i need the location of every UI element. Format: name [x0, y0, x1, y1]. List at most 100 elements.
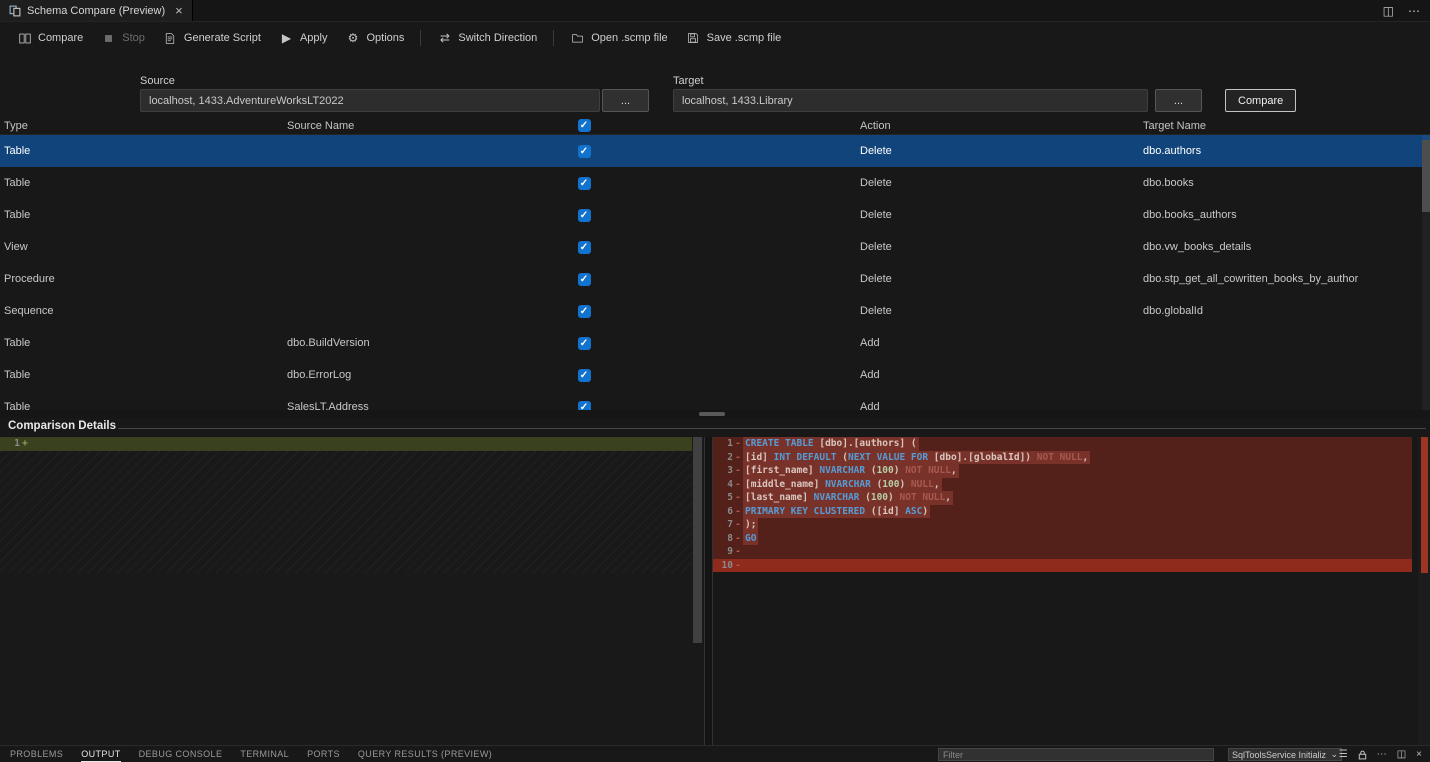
row-include-checkbox[interactable]: ✓: [578, 369, 591, 382]
grid-header: Type Source Name ✓ Action Target Name: [0, 117, 1430, 135]
diff-editor: 1+ 1-CREATE TABLE [dbo].[authors] (2-[id…: [0, 437, 1430, 745]
row-type: Table: [4, 327, 274, 359]
app: { "icons": { "check": "✓", "gear": "⚙", …: [0, 0, 1430, 762]
schema-compare-toolbar: Compare Stop Generate Script ▶ Apply ⚙ O…: [0, 23, 1430, 53]
row-type: Table: [4, 167, 274, 199]
column-header-action[interactable]: Action: [860, 117, 1130, 134]
source-connection-input[interactable]: [140, 89, 600, 112]
right-code-line: 1-CREATE TABLE [dbo].[authors] (: [713, 437, 1412, 451]
row-action: Delete: [860, 199, 1130, 231]
panel-more-actions-icon[interactable]: ⋯: [1377, 749, 1387, 760]
compare-toolbar-button[interactable]: Compare: [8, 27, 92, 50]
row-include-checkbox[interactable]: ✓: [578, 273, 591, 286]
tab-close-icon[interactable]: ×: [175, 3, 183, 18]
titlebar: Schema Compare (Preview) × ◫ ⋯: [0, 0, 1430, 22]
source-label: Source: [140, 75, 175, 87]
right-code-line: 7-);: [713, 518, 1412, 532]
row-target-name: [1143, 327, 1426, 359]
table-row[interactable]: TableSalesLT.Address✓Add: [0, 391, 1430, 410]
generate-script-button[interactable]: Generate Script: [154, 27, 270, 50]
row-source-name: [287, 295, 567, 327]
table-row[interactable]: Procedure✓Deletedbo.stp_get_all_cowritte…: [0, 263, 1430, 295]
row-include-checkbox[interactable]: ✓: [578, 145, 591, 158]
editor-tab-schema-compare[interactable]: Schema Compare (Preview) ×: [0, 0, 193, 21]
row-source-name: [287, 199, 567, 231]
row-include-checkbox[interactable]: ✓: [578, 209, 591, 222]
row-action: Delete: [860, 167, 1130, 199]
grid-scrollbar-handle[interactable]: [1422, 140, 1430, 212]
split-panel-icon[interactable]: ◫: [1397, 749, 1406, 760]
layout-icon[interactable]: ◫: [1383, 4, 1394, 18]
row-source-name: [287, 135, 567, 167]
save-scmp-label: Save .scmp file: [707, 32, 782, 44]
source-pane-scrollbar[interactable]: [693, 437, 702, 643]
panel-tab[interactable]: OUTPUT: [81, 746, 120, 762]
column-header-target-name[interactable]: Target Name: [1143, 117, 1426, 134]
right-code-line: 6-PRIMARY KEY CLUSTERED ([id] ASC): [713, 505, 1412, 519]
right-code-line: 9-: [713, 545, 1412, 559]
row-type: Sequence: [4, 295, 274, 327]
target-browse-button[interactable]: ...: [1155, 89, 1202, 112]
output-filter-input[interactable]: [938, 748, 1214, 761]
row-action: Delete: [860, 295, 1130, 327]
close-panel-icon[interactable]: ×: [1416, 749, 1422, 760]
target-connection-input[interactable]: [673, 89, 1148, 112]
apply-button[interactable]: ▶ Apply: [270, 27, 337, 50]
row-include-checkbox[interactable]: ✓: [578, 305, 591, 318]
row-source-name: [287, 167, 567, 199]
table-row[interactable]: Sequence✓Deletedbo.globalId: [0, 295, 1430, 327]
row-type: Table: [4, 135, 274, 167]
column-header-source-name[interactable]: Source Name: [287, 117, 567, 134]
compare-action-button[interactable]: Compare: [1225, 89, 1296, 112]
options-button[interactable]: ⚙ Options: [336, 27, 413, 50]
open-file-icon: [570, 31, 585, 46]
stop-button[interactable]: Stop: [92, 27, 154, 50]
script-icon: [163, 31, 178, 46]
table-row[interactable]: Table✓Deletedbo.books_authors: [0, 199, 1430, 231]
bottom-panel-bar: PROBLEMS OUTPUT DEBUG CONSOLE TERMINAL PORTS…: [0, 745, 1430, 762]
diff-target-pane[interactable]: 1-CREATE TABLE [dbo].[authors] (2-[id] I…: [713, 437, 1430, 745]
diff-source-pane[interactable]: 1+: [0, 437, 704, 745]
open-scmp-label: Open .scmp file: [591, 32, 667, 44]
save-scmp-button[interactable]: Save .scmp file: [677, 27, 791, 50]
panel-tab[interactable]: QUERY RESULTS (PREVIEW): [358, 746, 492, 762]
output-channel-select[interactable]: SqlToolsService Initializ ⌄: [1228, 748, 1342, 761]
open-scmp-button[interactable]: Open .scmp file: [561, 27, 676, 50]
row-action: Add: [860, 391, 1130, 410]
more-actions-icon[interactable]: ⋯: [1408, 4, 1420, 18]
switch-direction-button[interactable]: ⇄ Switch Direction: [428, 27, 546, 50]
source-browse-button[interactable]: ...: [602, 89, 649, 112]
row-include-checkbox[interactable]: ✓: [578, 401, 591, 411]
panel-tab[interactable]: PORTS: [307, 746, 340, 762]
sash-grip[interactable]: [699, 412, 725, 416]
diff-empty-region: [0, 451, 692, 573]
panel-resize-sash[interactable]: [0, 410, 1430, 418]
row-source-name: [287, 263, 567, 295]
row-action: Delete: [860, 135, 1130, 167]
schema-compare-tab-icon: [9, 5, 21, 17]
diff-pane-divider[interactable]: [704, 437, 713, 745]
list-icon[interactable]: ☰: [1339, 749, 1348, 760]
panel-tab[interactable]: TERMINAL: [240, 746, 289, 762]
row-source-name: dbo.ErrorLog: [287, 359, 567, 391]
switch-direction-label: Switch Direction: [458, 32, 537, 44]
select-all-checkbox[interactable]: ✓: [578, 119, 591, 132]
panel-tab[interactable]: PROBLEMS: [10, 746, 63, 762]
row-include-checkbox[interactable]: ✓: [578, 241, 591, 254]
row-include-checkbox[interactable]: ✓: [578, 337, 591, 350]
row-action: Add: [860, 359, 1130, 391]
row-target-name: dbo.books_authors: [1143, 199, 1426, 231]
stop-icon: [101, 31, 116, 46]
row-target-name: [1143, 391, 1426, 410]
table-row[interactable]: Tabledbo.ErrorLog✓Add: [0, 359, 1430, 391]
compare-label: Compare: [38, 32, 83, 44]
row-include-checkbox[interactable]: ✓: [578, 177, 591, 190]
panel-tab[interactable]: DEBUG CONSOLE: [139, 746, 223, 762]
column-header-type[interactable]: Type: [4, 117, 274, 134]
table-row[interactable]: Tabledbo.BuildVersion✓Add: [0, 327, 1430, 359]
table-row[interactable]: View✓Deletedbo.vw_books_details: [0, 231, 1430, 263]
lock-icon[interactable]: [1358, 750, 1367, 760]
table-row[interactable]: Table✓Deletedbo.books: [0, 167, 1430, 199]
check-icon: ✓: [580, 120, 588, 131]
table-row[interactable]: Table✓Deletedbo.authors: [0, 135, 1430, 167]
